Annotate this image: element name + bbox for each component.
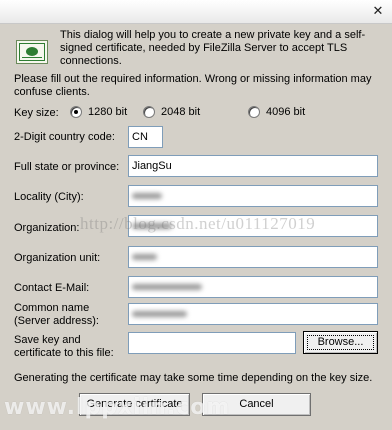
- state-label: Full state or province:: [14, 161, 120, 173]
- save-path-label: Save key and certificate to this file:: [14, 334, 114, 360]
- common-name-label: Common name (Server address):: [14, 302, 99, 328]
- radio-2048-label: 2048 bit: [161, 106, 201, 118]
- save-path-input[interactable]: [128, 332, 296, 354]
- save-path-label-line1: Save key and: [14, 334, 81, 346]
- site-watermark: www.lppxiin.com: [4, 395, 231, 420]
- locality-label: Locality (City):: [14, 191, 84, 203]
- redacted-value: [132, 193, 162, 199]
- org-unit-input[interactable]: [128, 246, 378, 268]
- radio-4096-label: 4096 bit: [266, 106, 306, 118]
- country-input[interactable]: CN: [128, 126, 163, 148]
- organization-label: Organization:: [14, 222, 80, 234]
- close-icon[interactable]: ✕: [370, 5, 386, 19]
- title-bar: ✕: [0, 0, 392, 24]
- common-name-label-line2: (Server address):: [14, 315, 99, 327]
- instructions-text: Please fill out the required information…: [14, 73, 372, 98]
- generation-note: Generating the certificate may take some…: [14, 372, 373, 384]
- key-size-label: Key size:: [14, 107, 59, 119]
- redacted-value: [132, 254, 157, 260]
- watermark-text: http://blog.csdn.net/u011127019: [80, 214, 316, 233]
- common-name-input[interactable]: [128, 303, 378, 325]
- certificate-icon-line: [22, 57, 42, 58]
- radio-4096[interactable]: 4096 bit: [248, 105, 305, 119]
- org-unit-label: Organization unit:: [14, 252, 101, 264]
- locality-input[interactable]: [128, 185, 378, 207]
- certificate-icon: [16, 40, 48, 64]
- radio-dot[interactable]: [248, 106, 260, 118]
- browse-button[interactable]: Browse...: [303, 331, 378, 354]
- redacted-value: [132, 284, 202, 290]
- radio-dot[interactable]: [143, 106, 155, 118]
- country-label: 2-Digit country code:: [14, 131, 115, 143]
- common-name-label-line1: Common name: [14, 302, 90, 314]
- email-input[interactable]: [128, 276, 378, 298]
- radio-1280-label: 1280 bit: [88, 106, 128, 118]
- certificate-dialog: ✕ This dialog will help you to create a …: [0, 0, 392, 430]
- certificate-icon-seal: [26, 47, 38, 56]
- radio-2048[interactable]: 2048 bit: [143, 105, 200, 119]
- intro-text: This dialog will help you to create a ne…: [60, 29, 366, 67]
- save-path-label-line2: certificate to this file:: [14, 347, 114, 359]
- state-input[interactable]: JiangSu: [128, 155, 378, 177]
- radio-dot-selected[interactable]: [70, 106, 82, 118]
- redacted-value: [132, 311, 187, 317]
- email-label: Contact E-Mail:: [14, 282, 90, 294]
- radio-1280[interactable]: 1280 bit: [70, 105, 127, 119]
